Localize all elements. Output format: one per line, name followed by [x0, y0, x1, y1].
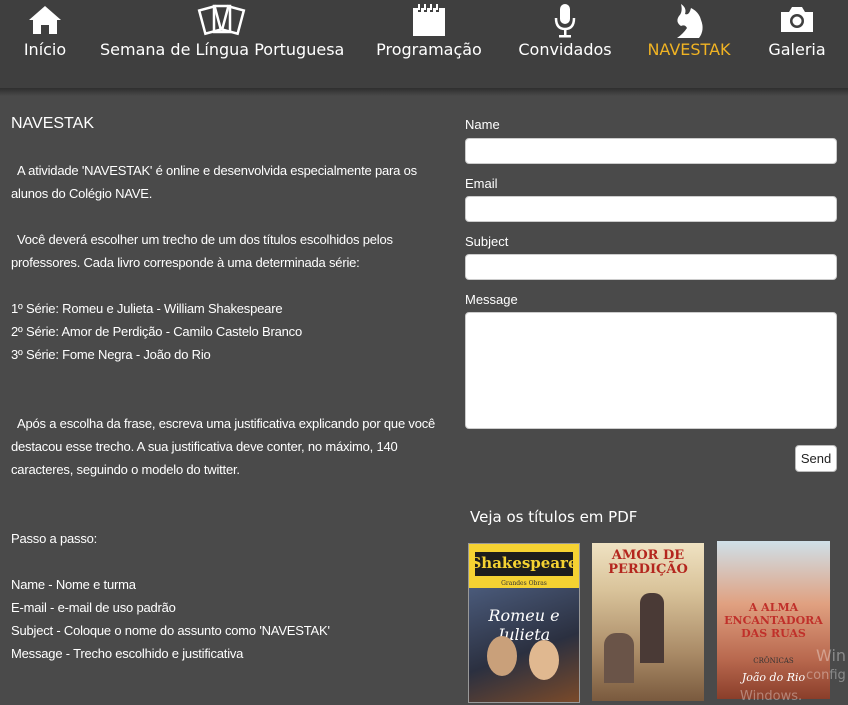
- nav-label: Semana de Língua Portuguesa: [100, 40, 345, 59]
- nav-label: NAVESTAK: [647, 40, 731, 59]
- figure: [604, 633, 634, 683]
- pdf-section-title: Veja os títulos em PDF: [470, 508, 638, 526]
- page-title: NAVESTAK: [11, 115, 94, 132]
- message-textarea[interactable]: [465, 312, 837, 429]
- steps-list: Name - Nome e turma E-mail - e-mail de u…: [11, 573, 456, 665]
- nav-item-navestak[interactable]: NAVESTAK: [643, 0, 735, 88]
- nav-item-inicio[interactable]: Início: [14, 0, 76, 88]
- book-cover-title: Shakespeare: [470, 554, 578, 572]
- series-item: 2º Série: Amor de Perdição - Camilo Cast…: [11, 324, 302, 339]
- choose-paragraph: Você deverá escolher um trecho de um dos…: [11, 228, 456, 274]
- message-label: Message: [465, 292, 518, 307]
- book-cover-small: Grandes Obras: [501, 580, 547, 587]
- email-input[interactable]: [465, 196, 837, 222]
- subject-input[interactable]: [465, 254, 837, 280]
- series-item: 1º Série: Romeu e Julieta - William Shak…: [11, 301, 283, 316]
- nav-label: Galeria: [768, 40, 826, 59]
- step-item: Name - Nome e turma: [11, 577, 136, 592]
- name-input[interactable]: [465, 138, 837, 164]
- nav-divider: [0, 88, 848, 96]
- steps-title: Passo a passo:: [11, 531, 98, 546]
- step-item: E-mail - e-mail de uso padrão: [11, 600, 176, 615]
- intro-text: A atividade 'NAVESTAK' é online e desenv…: [11, 163, 417, 201]
- nav-label: Programação: [376, 40, 482, 59]
- activation-watermark: Windows.: [740, 689, 803, 704]
- nav-item-convidados[interactable]: Convidados: [515, 0, 615, 88]
- book-romeu-julieta[interactable]: Shakespeare Grandes Obras Romeu e Juliet…: [468, 543, 580, 703]
- choose-text: Você deverá escolher um trecho de um dos…: [11, 232, 393, 270]
- home-icon: [29, 6, 61, 34]
- justify-text: Após a escolha da frase, escreva uma jus…: [11, 416, 436, 477]
- book-amor-perdicao[interactable]: AMOR DE PERDIÇÃO: [592, 543, 704, 701]
- nav-label: Início: [23, 40, 67, 59]
- series-list: 1º Série: Romeu e Julieta - William Shak…: [11, 297, 456, 366]
- silhouette-icon: [677, 4, 703, 38]
- cards-icon: [197, 4, 246, 36]
- justify-paragraph: Após a escolha da frase, escreva uma jus…: [11, 412, 456, 481]
- book-cover-title: A ALMA ENCANTADORA DAS RUAS: [724, 601, 823, 640]
- camera-icon: [781, 7, 813, 32]
- email-label: Email: [465, 176, 498, 191]
- intro-paragraph: A atividade 'NAVESTAK' é online e desenv…: [11, 159, 456, 205]
- name-label: Name: [465, 117, 500, 132]
- figure: [640, 593, 664, 663]
- nav-label: Convidados: [518, 40, 612, 59]
- book-cover-subtitle: CRÔNICAS: [753, 657, 794, 665]
- book-cover-title: AMOR DE PERDIÇÃO: [608, 548, 688, 577]
- step-item: Message - Trecho escolhido e justificati…: [11, 646, 244, 661]
- activation-watermark: config: [806, 668, 846, 683]
- portrait-right: [529, 640, 559, 680]
- nav-item-semana[interactable]: Semana de Língua Portuguesa: [100, 0, 345, 88]
- microphone-icon: [554, 4, 576, 38]
- nav-item-programacao[interactable]: Programação: [373, 0, 485, 88]
- nav-item-galeria[interactable]: Galeria: [765, 0, 829, 88]
- book-cover-subtitle: Romeu e Julieta: [488, 606, 560, 644]
- send-button[interactable]: Send: [795, 445, 837, 472]
- top-navigation: Início Semana de Língua Portuguesa Progr…: [0, 0, 848, 88]
- step-item: Subject - Coloque o nome do assunto como…: [11, 623, 330, 638]
- activation-watermark: Win: [816, 646, 847, 665]
- calendar-icon: [413, 4, 445, 36]
- portrait-left: [487, 636, 517, 676]
- subject-label: Subject: [465, 234, 509, 249]
- series-item: 3º Série: Fome Negra - João do Rio: [11, 347, 211, 362]
